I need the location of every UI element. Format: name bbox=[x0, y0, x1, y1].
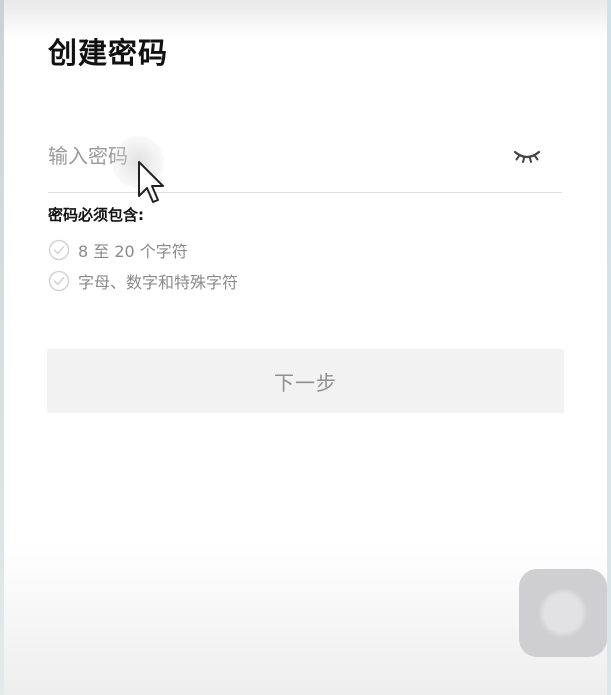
check-circle-icon bbox=[48, 270, 70, 292]
requirement-character-types: 字母、数字和特殊字符 bbox=[48, 269, 238, 293]
check-circle-icon bbox=[48, 239, 70, 261]
create-password-screen: 创建密码 密码必须包含: 8 至 20 个字符 字母、数字和特殊字符 下一步 bbox=[0, 0, 611, 695]
requirement-label: 字母、数字和特殊字符 bbox=[78, 273, 239, 292]
requirement-label: 8 至 20 个字符 bbox=[78, 242, 188, 261]
assistive-touch-icon bbox=[541, 591, 585, 635]
next-button[interactable]: 下一步 bbox=[47, 349, 564, 413]
requirement-length: 8 至 20 个字符 bbox=[48, 238, 188, 262]
assistive-touch-button[interactable] bbox=[519, 569, 607, 657]
eye-closed-icon[interactable] bbox=[512, 144, 542, 166]
page-title: 创建密码 bbox=[48, 36, 169, 70]
right-edge bbox=[607, 0, 611, 695]
mouse-pointer-icon bbox=[136, 160, 170, 208]
left-edge bbox=[0, 0, 4, 695]
requirements-heading: 密码必须包含: bbox=[48, 206, 144, 224]
